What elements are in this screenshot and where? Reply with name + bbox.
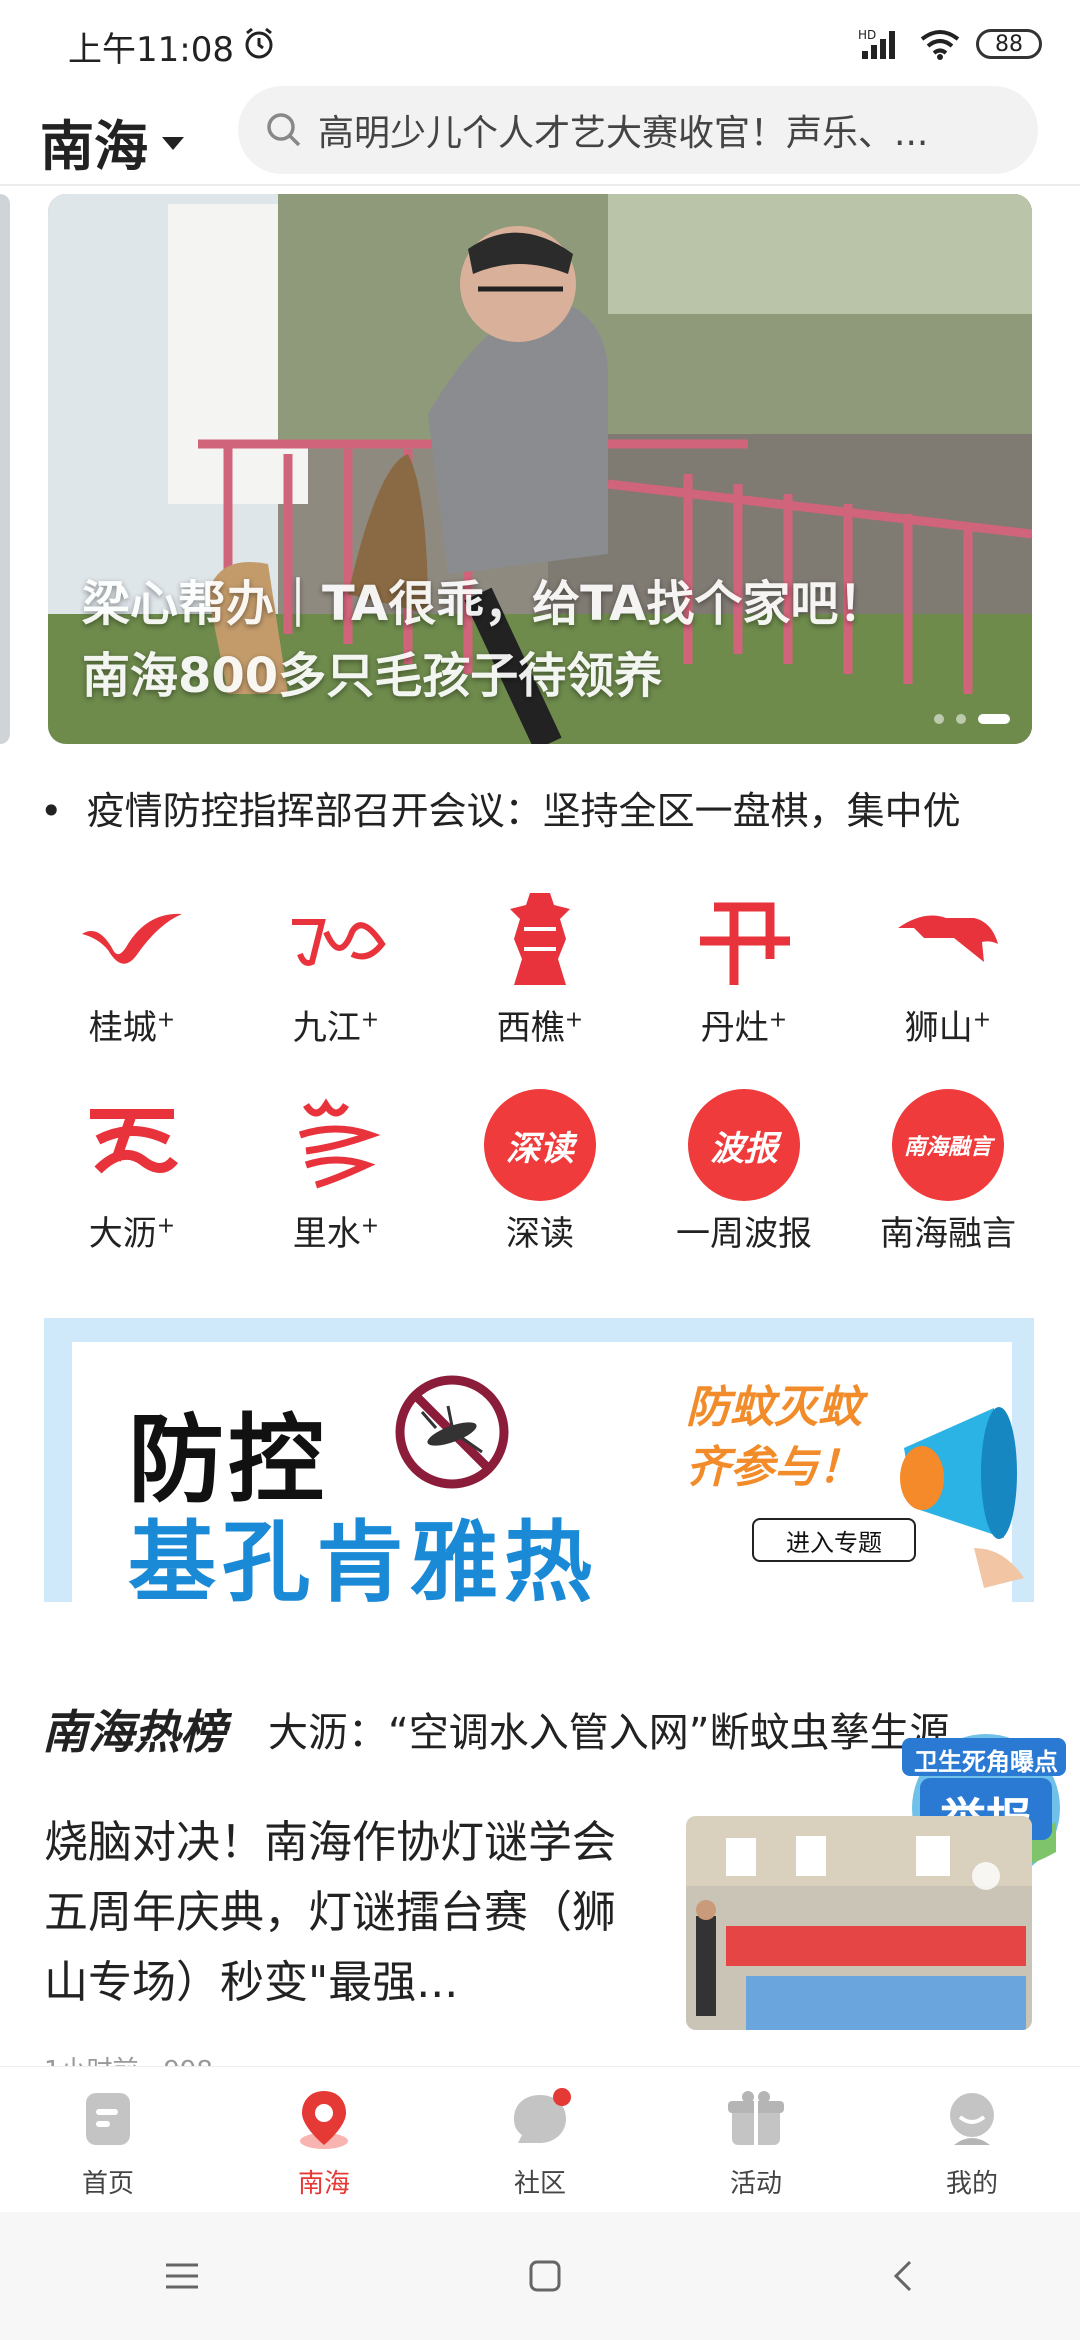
channel-rongyan[interactable]: 南海融言 南海融言 [846, 1089, 1050, 1260]
channel-label: 深读 [506, 1214, 574, 1254]
menu-icon[interactable] [162, 2259, 202, 2293]
report-badge-line1: 卫生死角曝点 [914, 1748, 1058, 1776]
search-bar[interactable]: 高明少儿个人才艺大赛收官！声乐、... [238, 86, 1038, 174]
article-title[interactable]: 烧脑对决！南海作协灯谜学会五周年庆典，灯谜擂台赛（狮山专场）秒变"最强... [44, 1808, 654, 2018]
status-icons: HD 88 [858, 22, 1042, 66]
system-navigation-bar [0, 2212, 1080, 2340]
channel-xiqiao[interactable]: 西樵+ [438, 884, 642, 1054]
ticker-text: 疫情防控指挥部召开会议：坚持全区一盘棋，集中优 [86, 789, 961, 833]
channel-label: 南海融言 [880, 1214, 1016, 1254]
channel-lishui[interactable]: 里水+ [234, 1090, 438, 1260]
battery-indicator: 88 [976, 29, 1042, 59]
region-selector[interactable]: 南海 [40, 102, 184, 181]
shendu-badge: 深读 [484, 1089, 596, 1201]
channel-label: 一周波报 [676, 1214, 812, 1254]
channel-guicheng[interactable]: 桂城+ [30, 884, 234, 1054]
channel-label: 丹灶+ [700, 1007, 788, 1048]
region-label: 南海 [40, 115, 148, 178]
ad-slogan-line2: 齐参与！ [686, 1442, 862, 1493]
location-pin-icon [300, 2091, 348, 2149]
chat-bubble-icon [514, 2088, 571, 2143]
channel-label: 狮山+ [904, 1007, 992, 1048]
rongyan-badge: 南海融言 [892, 1089, 1004, 1201]
bullet: • [40, 789, 87, 833]
article-thumbnail[interactable] [686, 1816, 1032, 2030]
channel-dali[interactable]: 大沥+ [30, 1090, 234, 1260]
nav-nanhai[interactable]: 南海 [216, 2067, 432, 2213]
nav-label: 我的 [945, 2169, 998, 2199]
back-icon[interactable] [888, 2258, 918, 2294]
ad-slogan-line1: 防蚊灭蚊 [686, 1382, 862, 1433]
carousel-indicator [934, 714, 1010, 724]
shishan-logo-icon [890, 884, 1006, 994]
search-placeholder: 高明少儿个人才艺大赛收官！声乐、... [318, 113, 929, 154]
channel-shishan[interactable]: 狮山+ [846, 884, 1050, 1054]
ad-panel: 防控 基孔肯雅热 防蚊灭蚊 齐参与！ 进入专题 [72, 1342, 1012, 1602]
classroom-photo [686, 1816, 1032, 2030]
ad-slogan: 防蚊灭蚊 齐参与！ [686, 1378, 862, 1498]
status-time: 上午11:08 [68, 30, 234, 70]
nav-activities[interactable]: 活动 [648, 2067, 864, 2213]
banner-caption: 梁心帮办｜TA很乖，给TA找个家吧！ 南海800多只毛孩子待领养 [82, 568, 886, 712]
news-ticker[interactable]: • 疫情防控指挥部召开会议：坚持全区一盘棋，集中优 [40, 780, 1040, 835]
ad-title-2: 基孔肯雅热 [128, 1511, 599, 1602]
alarm-icon [245, 27, 273, 59]
channel-grid: 桂城+ 九江+ 西樵+ 丹灶+ 狮山+ 大沥+ 里水+ 深读 深读 波报 一周波… [30, 884, 1050, 1260]
guicheng-logo-icon [74, 884, 190, 994]
svg-text:HD: HD [858, 28, 876, 42]
nav-community[interactable]: 社区 [432, 2067, 648, 2213]
carousel-dot [934, 714, 944, 724]
rongyan-logo-icon: 南海融言 [890, 1089, 1006, 1201]
search-icon [267, 113, 301, 147]
channel-label: 九江+ [292, 1007, 380, 1048]
xiqiao-logo-icon [482, 884, 598, 994]
chikungunya-campaign-banner[interactable]: 防控 基孔肯雅热 防蚊灭蚊 齐参与！ 进入专题 [44, 1318, 1034, 1602]
nav-home[interactable]: 首页 [0, 2067, 216, 2213]
carousel-dot-active [978, 714, 1010, 724]
channel-label: 里水+ [292, 1213, 380, 1254]
channel-label: 大沥+ [88, 1213, 176, 1254]
news-banner-carousel[interactable]: 梁心帮办｜TA很乖，给TA找个家吧！ 南海800多只毛孩子待领养 [48, 194, 1032, 744]
nav-label: 南海 [297, 2169, 350, 2199]
signal-icon: HD [858, 28, 895, 59]
dali-logo-icon [74, 1090, 190, 1200]
banner-caption-line2: 南海800多只毛孩子待领养 [82, 648, 663, 704]
caret-down-icon [162, 137, 184, 150]
channel-bobao[interactable]: 波报 一周波报 [642, 1089, 846, 1260]
megaphone-icon [900, 1407, 1024, 1588]
bobao-logo-icon: 波报 [686, 1089, 802, 1201]
channel-jiujiang[interactable]: 九江+ [234, 884, 438, 1054]
profile-icon [950, 2093, 994, 2145]
banner-caption-line1: 梁心帮办｜TA很乖，给TA找个家吧！ [82, 576, 887, 632]
nav-label: 社区 [513, 2169, 566, 2199]
nav-label: 首页 [81, 2169, 134, 2199]
nav-profile[interactable]: 我的 [864, 2067, 1080, 2213]
gift-icon [728, 2091, 784, 2145]
hotlist-title: 南海热榜 [42, 1705, 226, 1759]
shendu-logo-icon: 深读 [482, 1089, 598, 1201]
no-mosquito-icon [395, 1375, 509, 1489]
channel-label: 西樵+ [496, 1007, 584, 1048]
banner-previous-peek [0, 194, 10, 744]
channel-danzao[interactable]: 丹灶+ [642, 884, 846, 1054]
jiujiang-logo-icon [278, 884, 394, 994]
lishui-logo-icon [278, 1090, 394, 1200]
header-divider [0, 184, 1080, 186]
home-icon [86, 2093, 130, 2145]
bottom-navigation: 首页 南海 社区 活动 我的 [0, 2066, 1080, 2213]
bobao-badge: 波报 [688, 1089, 800, 1201]
channel-shendu[interactable]: 深读 深读 [438, 1089, 642, 1260]
home-square-icon[interactable] [527, 2258, 563, 2294]
danzao-logo-icon [686, 884, 802, 994]
nav-label: 活动 [729, 2169, 782, 2199]
channel-label: 桂城+ [88, 1007, 176, 1048]
wifi-icon [920, 30, 960, 60]
carousel-dot [956, 714, 966, 724]
